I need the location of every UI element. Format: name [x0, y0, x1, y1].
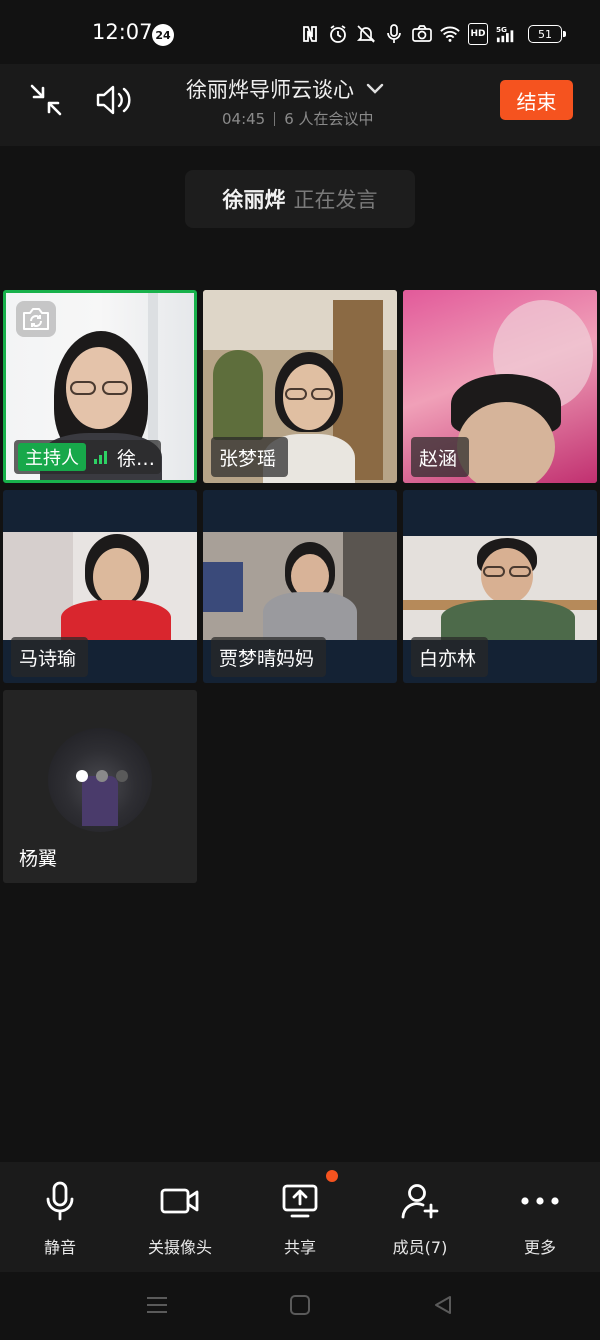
- notification-count-badge: 24: [152, 24, 174, 46]
- chevron-down-icon: [366, 83, 384, 95]
- microphone-status-icon: [384, 23, 404, 45]
- participant-video: [403, 536, 597, 640]
- share-screen-icon: [282, 1170, 338, 1224]
- status-time: 12:07: [92, 20, 153, 44]
- participant-video-person: [441, 538, 575, 640]
- host-badge: 主持人: [18, 443, 86, 471]
- more-button[interactable]: 更多: [485, 1178, 595, 1258]
- hd-indicator: HD: [468, 23, 488, 45]
- switch-camera-button[interactable]: [16, 301, 56, 337]
- status-bar: 12:07 24 HD 5G 51: [0, 0, 600, 64]
- participant-name: 贾梦晴妈妈: [211, 637, 327, 677]
- audio-level-icon: [94, 450, 107, 464]
- participant-name: 白亦林: [411, 637, 489, 677]
- meeting-header: 徐丽烨导师云谈心 04:45 6 人在会议中 结束: [0, 64, 600, 146]
- microphone-icon: [45, 1178, 75, 1224]
- system-navigation-bar: [0, 1272, 600, 1340]
- participant-tile-host[interactable]: 主持人 徐…: [3, 290, 197, 483]
- add-member-icon: [400, 1178, 440, 1224]
- share-screen-button[interactable]: 共享: [245, 1170, 355, 1258]
- alarm-icon: [328, 23, 348, 45]
- avatar-jersey: [82, 776, 118, 826]
- video-camera-icon: [160, 1178, 200, 1224]
- notification-dot: [326, 1170, 338, 1182]
- active-speaker-name: 徐丽烨: [222, 188, 286, 212]
- wifi-icon: [440, 23, 460, 45]
- home-button[interactable]: [285, 1290, 315, 1320]
- shrink-arrows-icon: [30, 84, 62, 116]
- participant-tile[interactable]: 白亦林: [403, 490, 597, 683]
- svg-text:5G: 5G: [496, 25, 507, 34]
- battery-indicator: 51: [528, 25, 566, 43]
- participant-name: 张梦瑶: [211, 437, 289, 477]
- participant-tile[interactable]: 贾梦晴妈妈: [203, 490, 397, 683]
- cell-signal-icon: 5G: [496, 23, 516, 45]
- participant-video: [203, 532, 397, 640]
- participant-video-person: [263, 542, 357, 640]
- participant-tile[interactable]: 杨翼: [3, 690, 197, 883]
- subtitle-divider: [274, 111, 276, 126]
- meeting-subtitle: 04:45 6 人在会议中: [222, 108, 374, 129]
- host-label: 主持人 徐…: [14, 440, 162, 474]
- camera-switch-icon: [23, 308, 49, 330]
- share-label: 共享: [283, 1238, 316, 1257]
- meeting-toolbar: 静音 关摄像头 共享 成员(7) 更多: [0, 1162, 600, 1272]
- participant-video-person: [61, 534, 171, 640]
- participant-name: 徐…: [117, 447, 156, 470]
- home-square-icon: [290, 1295, 310, 1315]
- mute-button[interactable]: 静音: [5, 1178, 115, 1258]
- active-speaker-indicator: 徐丽烨 正在发言: [185, 170, 415, 228]
- more-dots-icon: [520, 1178, 560, 1224]
- speaker-toggle-button[interactable]: [90, 76, 138, 124]
- back-triangle-icon: [435, 1296, 451, 1314]
- camera-status-icon: [412, 23, 432, 45]
- members-label: 成员(7): [392, 1238, 448, 1257]
- participant-name: 杨翼: [19, 847, 58, 870]
- meeting-title-dropdown[interactable]: 徐丽烨导师云谈心: [186, 74, 384, 104]
- loading-dots-icon: [76, 770, 128, 782]
- participant-tile[interactable]: 张梦瑶: [203, 290, 397, 483]
- participant-tile[interactable]: 马诗瑜: [3, 490, 197, 683]
- minimize-window-button[interactable]: [22, 76, 70, 124]
- video-background-screen: [203, 562, 243, 612]
- participant-name: 马诗瑜: [11, 637, 89, 677]
- camera-off-label: 关摄像头: [147, 1238, 212, 1257]
- mute-label: 静音: [43, 1238, 76, 1257]
- active-speaker-status: 正在发言: [293, 188, 378, 212]
- camera-off-button[interactable]: 关摄像头: [125, 1178, 235, 1258]
- speaker-icon: [96, 85, 131, 115]
- members-button[interactable]: 成员(7): [365, 1178, 475, 1258]
- nfc-icon: [300, 23, 320, 45]
- video-background-plant: [213, 350, 263, 440]
- status-icons: HD 5G 51: [300, 22, 566, 46]
- menu-lines-icon: [147, 1297, 167, 1313]
- more-label: 更多: [523, 1238, 556, 1257]
- end-meeting-button[interactable]: 结束: [500, 80, 573, 120]
- participant-count: 6 人在会议中: [284, 110, 374, 128]
- back-button[interactable]: [428, 1290, 458, 1320]
- participant-tile[interactable]: 赵涵: [403, 290, 597, 483]
- meeting-title: 徐丽烨导师云谈心: [186, 78, 354, 102]
- meeting-duration: 04:45: [222, 109, 266, 128]
- participant-video: [3, 532, 197, 640]
- recent-apps-button[interactable]: [142, 1290, 172, 1320]
- participant-name: 赵涵: [411, 437, 470, 477]
- mute-bell-icon: [356, 23, 376, 45]
